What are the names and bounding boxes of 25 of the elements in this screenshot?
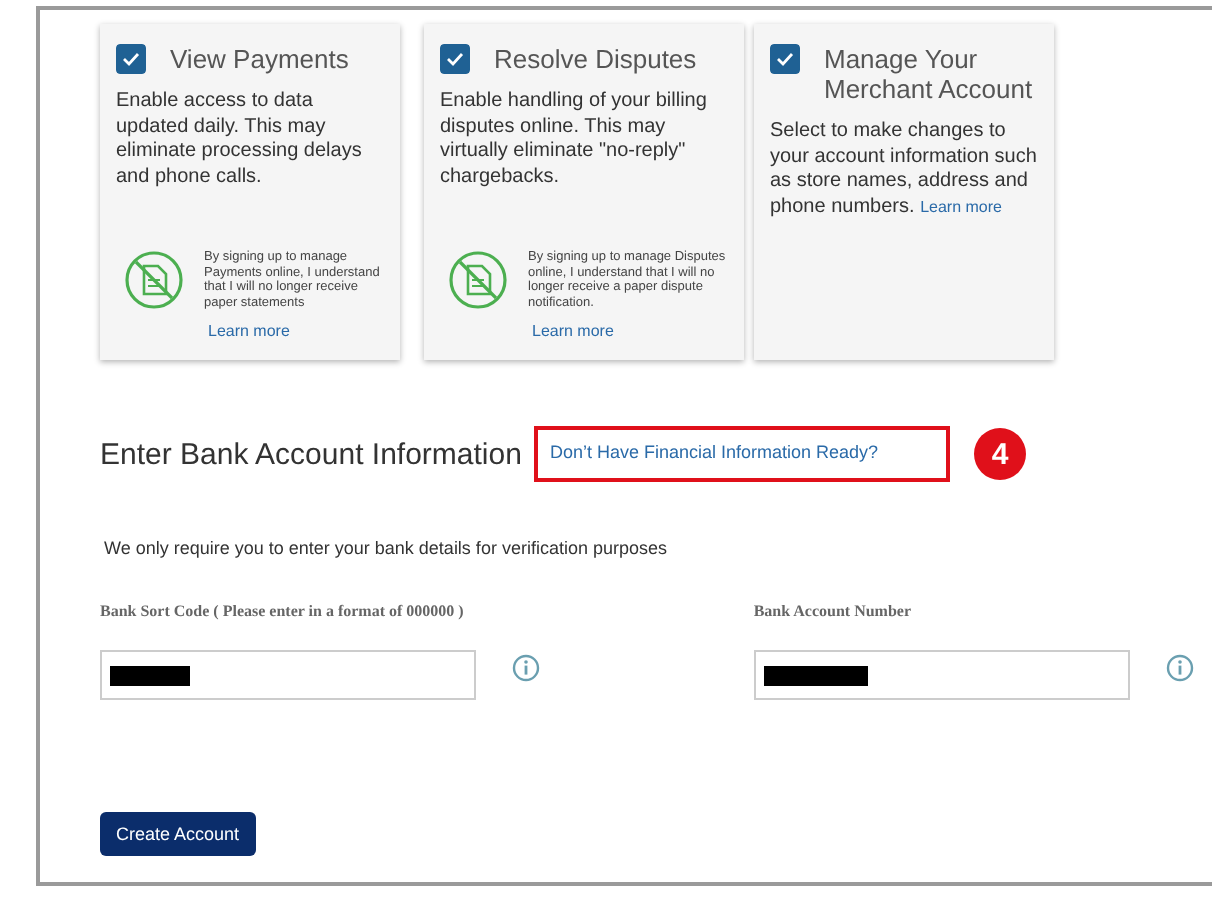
step-badge: 4 <box>974 428 1027 480</box>
field-label: Bank Sort Code ( Please enter in a format of 000000 ) <box>100 600 466 624</box>
input-field[interactable] <box>100 650 476 700</box>
card-title: View Payments <box>170 44 349 74</box>
financial-info-link[interactable]: Don’t Have Financial Information Ready? <box>533 426 951 482</box>
info-icon[interactable] <box>1165 653 1194 681</box>
create-account-button[interactable]: Create Account <box>100 812 256 856</box>
card-title: Resolve Disputes <box>494 44 697 74</box>
card-description: Select to make changes to your account information such as store names, address and phone numbers. Learn more <box>770 120 1038 220</box>
verification-note: We only require you to enter your bank details for verification purposes <box>104 538 669 558</box>
card-description: Enable handling of your billing disputes online. This may virtually eliminate "no-reply" chargebacks. <box>440 90 709 190</box>
no-paper-icon <box>124 250 184 310</box>
learn-more-link[interactable]: Learn more <box>920 197 1002 215</box>
info-icon[interactable] <box>512 653 540 681</box>
learn-more-link[interactable]: Learn more <box>208 322 290 340</box>
checkbox[interactable] <box>116 44 146 74</box>
field-label: Bank Account Number <box>753 600 914 624</box>
input-field[interactable] <box>753 650 1130 700</box>
learn-more-link[interactable]: Learn more <box>532 322 614 340</box>
card-description: Enable access to data updated daily. This may eliminate processing delays and phone calls. <box>116 90 364 190</box>
section-heading: Enter Bank Account Information <box>100 437 522 471</box>
card-title: Manage Your Merchant Account <box>824 44 1035 104</box>
no-paper-icon <box>448 250 508 310</box>
checkbox[interactable] <box>770 44 800 74</box>
checkbox[interactable] <box>440 44 470 74</box>
